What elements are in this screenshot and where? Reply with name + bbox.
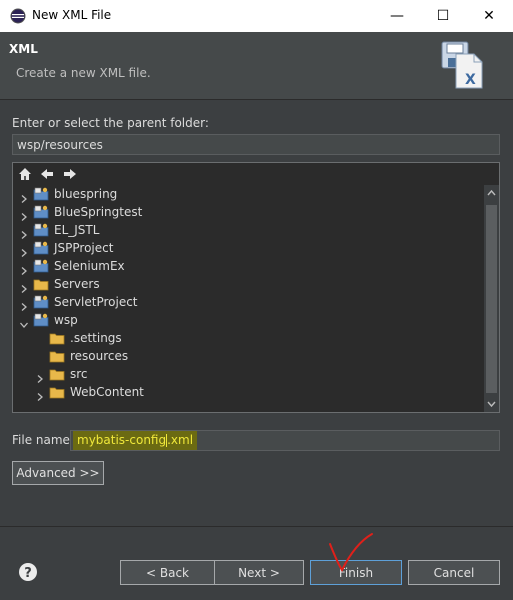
tree-item-label: resources	[70, 349, 129, 363]
chevron-right-icon[interactable]	[20, 208, 28, 221]
minimize-button[interactable]: —	[374, 0, 420, 32]
tree-item[interactable]: EL_JSTL	[13, 221, 483, 239]
chevron-right-icon[interactable]	[20, 262, 28, 275]
maximize-button[interactable]: ☐	[420, 0, 466, 32]
folder-icon	[49, 349, 65, 363]
home-icon[interactable]	[18, 167, 32, 181]
tree-item-label: src	[70, 367, 88, 381]
chevron-right-icon[interactable]	[20, 244, 28, 257]
file-name-highlight: mybatis-config.xml	[73, 431, 198, 450]
eclipse-icon	[10, 8, 26, 24]
folder-tree[interactable]: bluespring BlueSpringtest EL_JSTL JSPProjec…	[12, 162, 500, 413]
tree-item[interactable]: BlueSpringtest	[13, 203, 483, 221]
project-folder-icon	[33, 187, 49, 201]
cancel-button[interactable]: Cancel	[408, 560, 500, 585]
svg-text:X: X	[465, 72, 476, 88]
folder-icon	[49, 367, 65, 381]
tree-item-label: JSPProject	[54, 241, 114, 255]
tree-item[interactable]: resources	[13, 347, 483, 365]
tree-item-label: BlueSpringtest	[54, 205, 143, 219]
tree-item-label: EL_JSTL	[54, 223, 100, 237]
file-name-input[interactable]: mybatis-config.xml	[70, 430, 500, 451]
title-bar: New XML File — ☐ ✕	[0, 0, 513, 32]
new-xml-file-dialog: New XML File — ☐ ✕ XML Create a new XML …	[0, 0, 513, 600]
folder-icon	[33, 277, 49, 291]
tree-item-label: bluespring	[54, 187, 118, 201]
file-name-label: File name:	[12, 433, 74, 447]
tree-item-label: wsp	[54, 313, 78, 327]
project-folder-icon	[33, 313, 49, 327]
wizard-header: XML Create a new XML file. X	[0, 32, 513, 100]
tree-item[interactable]: Servers	[13, 275, 483, 293]
back-arrow-icon[interactable]	[40, 167, 54, 181]
project-folder-icon	[33, 259, 49, 273]
next-button[interactable]: Next >	[214, 560, 304, 585]
scroll-up-icon[interactable]	[487, 189, 496, 198]
tree-item-label: WebContent	[70, 385, 144, 399]
advanced-button[interactable]: Advanced >>	[12, 461, 104, 485]
close-button[interactable]: ✕	[466, 0, 512, 32]
svg-text:?: ?	[24, 566, 32, 581]
tree-item-label: SeleniumEx	[54, 259, 125, 273]
tree-item[interactable]: SeleniumEx	[13, 257, 483, 275]
tree-item-label: Servers	[54, 277, 100, 291]
chevron-right-icon[interactable]	[36, 370, 44, 383]
scroll-down-icon[interactable]	[487, 399, 496, 408]
tree-item[interactable]: WebContent	[13, 383, 483, 401]
project-folder-icon	[33, 241, 49, 255]
file-name-extension: .xml	[167, 433, 194, 447]
chevron-right-icon[interactable]	[20, 226, 28, 239]
project-folder-icon	[33, 223, 49, 237]
tree-item[interactable]: src	[13, 365, 483, 383]
project-folder-icon	[33, 295, 49, 309]
chevron-right-icon[interactable]	[20, 280, 28, 293]
parent-folder-input[interactable]: wsp/resources	[12, 134, 500, 155]
wizard-description: Create a new XML file.	[16, 66, 151, 80]
tree-item[interactable]: .settings	[13, 329, 483, 347]
tree-toolbar	[13, 163, 499, 185]
chevron-right-icon[interactable]	[20, 190, 28, 203]
tree-item[interactable]: JSPProject	[13, 239, 483, 257]
xml-file-wizard-icon: X	[441, 41, 483, 89]
project-folder-icon	[33, 205, 49, 219]
tree-rows: bluespring BlueSpringtest EL_JSTL JSPProjec…	[13, 185, 483, 401]
tree-item-label: ServletProject	[54, 295, 138, 309]
parent-folder-label: Enter or select the parent folder:	[12, 116, 209, 130]
window-title: New XML File	[32, 8, 112, 22]
tree-item[interactable]: bluespring	[13, 185, 483, 203]
chevron-right-icon[interactable]	[20, 298, 28, 311]
folder-icon	[49, 385, 65, 399]
tree-scrollbar[interactable]	[484, 185, 499, 412]
tree-item-label: .settings	[70, 331, 122, 345]
help-icon[interactable]: ?	[18, 562, 38, 582]
footer-separator	[0, 526, 513, 527]
folder-icon	[49, 331, 65, 345]
scrollbar-thumb[interactable]	[486, 205, 497, 393]
tree-item[interactable]: wsp	[13, 311, 483, 329]
wizard-title: XML	[9, 42, 38, 56]
file-name-text: mybatis-config	[77, 433, 167, 447]
red-checkmark-annotation	[329, 533, 373, 572]
back-button[interactable]: < Back	[120, 560, 215, 585]
chevron-right-icon[interactable]	[36, 388, 44, 401]
forward-arrow-icon[interactable]	[63, 167, 77, 181]
chevron-down-icon[interactable]	[20, 316, 28, 328]
tree-item[interactable]: ServletProject	[13, 293, 483, 311]
